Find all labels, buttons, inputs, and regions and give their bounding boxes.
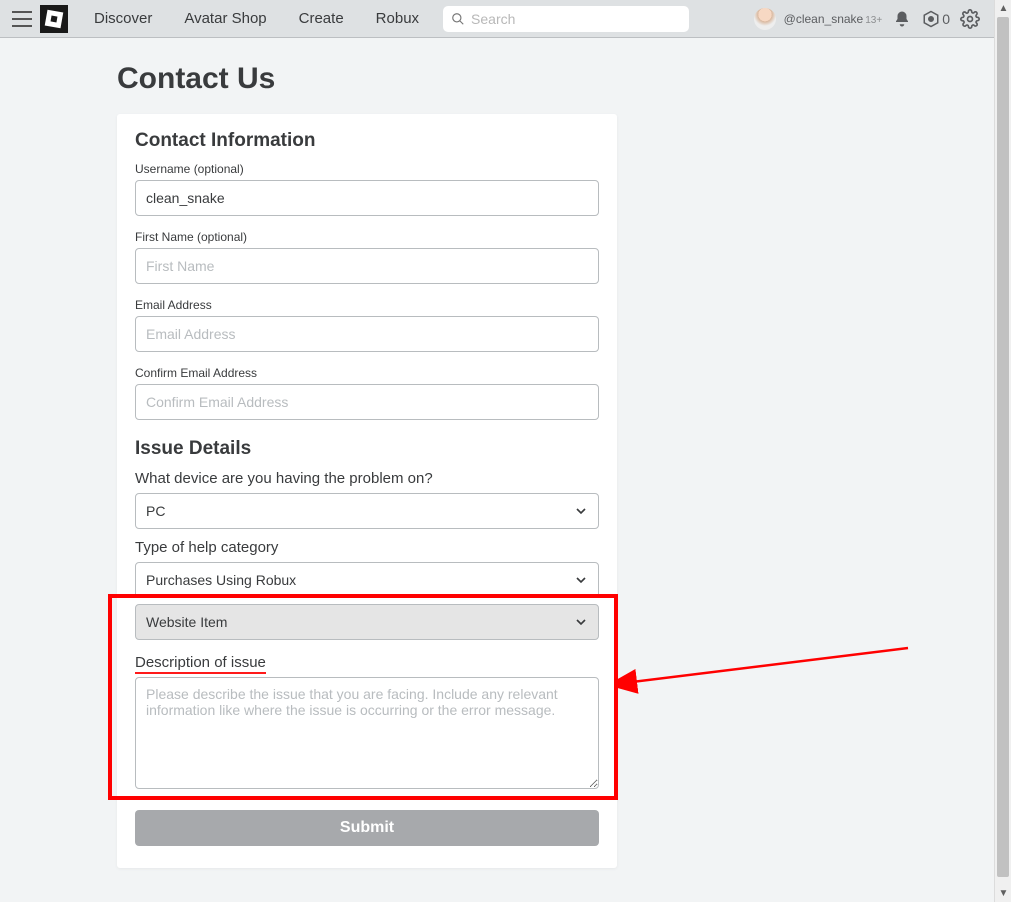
username-link[interactable]: @clean_snake13+ [784, 12, 883, 26]
issue-heading: Issue Details [135, 438, 599, 460]
nav-robux[interactable]: Robux [364, 10, 431, 27]
firstname-label: First Name (optional) [135, 230, 599, 244]
confirm-email-input[interactable] [135, 384, 599, 420]
email-label: Email Address [135, 298, 599, 312]
scrollbar[interactable]: ▲ ▼ [994, 0, 1011, 902]
firstname-input[interactable] [135, 248, 599, 284]
contact-card: Contact Information Username (optional) … [117, 114, 617, 868]
roblox-logo[interactable] [40, 5, 68, 33]
submit-button[interactable]: Submit [135, 810, 599, 846]
menu-icon[interactable] [12, 11, 32, 27]
category-select[interactable]: Purchases Using Robux [135, 562, 599, 598]
search-icon [451, 12, 465, 26]
page-title: Contact Us [117, 62, 877, 96]
username-label: Username (optional) [135, 162, 599, 176]
notifications-icon[interactable] [890, 7, 914, 31]
device-label: What device are you having the problem o… [135, 470, 599, 487]
nav-discover[interactable]: Discover [82, 10, 164, 27]
scrollbar-thumb[interactable] [997, 17, 1009, 877]
scroll-down-icon[interactable]: ▼ [995, 885, 1011, 902]
age-badge: 13+ [865, 15, 882, 26]
search-input[interactable] [471, 11, 681, 27]
top-nav: Discover Avatar Shop Create Robux @clean… [0, 0, 994, 38]
scroll-up-icon[interactable]: ▲ [995, 0, 1011, 17]
nav-avatar-shop[interactable]: Avatar Shop [172, 10, 278, 27]
subcategory-select[interactable]: Website Item [135, 604, 599, 640]
search-box[interactable] [443, 6, 689, 32]
avatar[interactable] [754, 8, 776, 30]
description-textarea[interactable] [135, 677, 599, 789]
description-label: Description of issue [135, 654, 599, 671]
email-input[interactable] [135, 316, 599, 352]
nav-create[interactable]: Create [287, 10, 356, 27]
settings-icon[interactable] [958, 7, 982, 31]
device-select[interactable]: PC [135, 493, 599, 529]
category-label: Type of help category [135, 539, 599, 556]
robux-balance[interactable]: 0 [922, 10, 950, 28]
username-input[interactable] [135, 180, 599, 216]
contact-heading: Contact Information [135, 130, 599, 152]
confirm-email-label: Confirm Email Address [135, 366, 599, 380]
